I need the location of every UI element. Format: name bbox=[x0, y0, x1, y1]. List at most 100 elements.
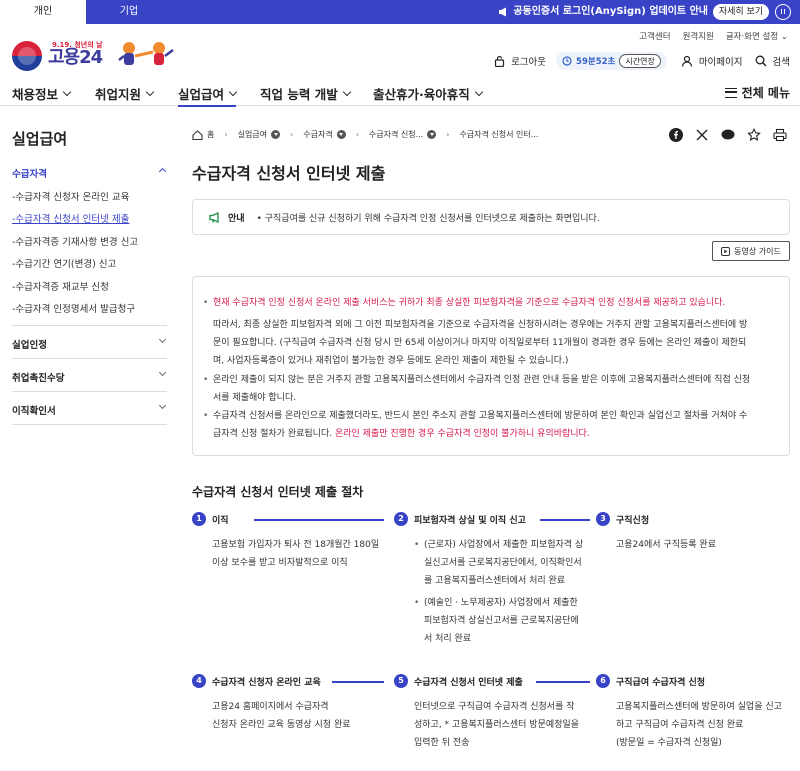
divider bbox=[12, 391, 167, 392]
nav-label: 출산휴가·육아휴직 bbox=[373, 87, 470, 102]
lnb-section-eligibility[interactable]: 수급자격 bbox=[12, 166, 167, 180]
dropdown-icon bbox=[427, 130, 437, 139]
search-button[interactable]: 검색 bbox=[773, 54, 790, 68]
nav-job-skill-development[interactable]: 직업 능력 개발 bbox=[260, 84, 351, 103]
info-paragraph-1-detail: 문이 필요합니다. (구직급여 수급자격 신청 당시 만 65세 이상이거나 마… bbox=[213, 334, 769, 352]
step-text: 피보험자격 상실신고서를 근로복지공단에 bbox=[424, 616, 579, 626]
megaphone-icon bbox=[499, 7, 507, 17]
chevron-down-icon bbox=[62, 87, 72, 97]
logout-button[interactable]: 로그아웃 bbox=[511, 54, 546, 68]
lnb-section-reemployment-allowance[interactable]: 취업촉진수당 bbox=[12, 368, 167, 384]
breadcrumb-unemployment[interactable]: 실업급여 bbox=[238, 129, 281, 140]
info-text: 현재 수급자격 인정 신청서 온라인 제출 서비스는 귀하가 최종 상실한 피보… bbox=[213, 298, 726, 308]
info-text: 며, 사업자등록증이 있거나 재취업이 불가능한 경우 등에도 온라인 제출이 … bbox=[213, 356, 569, 366]
video-guide-button[interactable]: 동영상 가이드 bbox=[712, 241, 790, 261]
info-text: 온라인 제출이 되지 않는 분은 거주지 관할 고용복지플러스센터에서 수급자격… bbox=[213, 375, 751, 385]
breadcrumb-application[interactable]: 수급자격 신청... bbox=[369, 129, 437, 140]
process-step-4: 4 수급자격 신청자 온라인 교육 고용24 홈페이지에서 수급자격 신청자 온라… bbox=[192, 674, 384, 734]
breadcrumb-home[interactable]: 홈 bbox=[207, 129, 214, 140]
hamburger-icon bbox=[724, 87, 737, 98]
notice-detail-button[interactable]: 자세히 보기 bbox=[713, 4, 769, 20]
process-step-5: 5 수급자격 신청서 인터넷 제출 인터넷으로 구직급여 수급자격 신청서를 작 … bbox=[394, 674, 590, 752]
lnb-section-label: 취업촉진수당 bbox=[12, 373, 65, 384]
info-text: 따라서, 최종 상실한 피보험자격 외에 그 이전 피보험자격을 기준으로 수급… bbox=[213, 320, 748, 330]
info-text: 문이 필요합니다. (구직급여 수급자격 신청 당시 만 65세 이상이거나 마… bbox=[213, 338, 747, 348]
lnb-item-online-education[interactable]: -수급자격 신청자 온라인 교육 bbox=[12, 189, 129, 203]
step-text: 인터넷으로 구직급여 수급자격 신청서를 작 bbox=[414, 702, 575, 712]
user-icon bbox=[681, 55, 692, 67]
step-title: 수급자격 신청서 인터넷 제출 bbox=[414, 677, 523, 688]
tab-personal[interactable]: 개인 bbox=[0, 0, 86, 24]
step-title: 수급자격 신청자 온라인 교육 bbox=[212, 677, 321, 688]
mypage-link[interactable]: 마이페이지 bbox=[699, 54, 743, 68]
lnb-section-separation-confirmation[interactable]: 이직확인서 bbox=[12, 401, 167, 417]
nav-maternity-parental-leave[interactable]: 출산휴가·육아휴직 bbox=[373, 84, 483, 103]
lnb-item-internet-submission[interactable]: -수급자격 신청서 인터넷 제출 bbox=[12, 211, 129, 225]
bullet: • bbox=[203, 298, 209, 308]
chevron-up-icon bbox=[158, 167, 167, 176]
step-text: (근로자) 사업장에서 제출한 피보험자격 상 bbox=[424, 540, 584, 550]
lnb-item-certificate-request[interactable]: -수급자격 인정명세서 발급청구 bbox=[12, 301, 135, 315]
lnb-title: 실업급여 bbox=[12, 130, 68, 148]
process-title: 수급자격 신청서 인터넷 제출 절차 bbox=[192, 485, 364, 499]
step-list-item: (예술인 · 노무제공자) 사업장에서 제출한 피보험자격 상실신고서를 근로복… bbox=[414, 594, 584, 648]
utility-links: 고객센터 원격지원 글자·화면 설정 ⌄ bbox=[639, 30, 788, 42]
share-tools bbox=[668, 127, 788, 143]
step-text: 신청자 온라인 교육 동영상 시청 완료 bbox=[212, 720, 351, 730]
notice-banner[interactable]: 공동인증서 로그인(AnySign) 업데이트 안내 bbox=[498, 0, 708, 24]
megaphone-icon bbox=[209, 211, 219, 223]
nav-label: 실업급여 bbox=[178, 87, 225, 102]
step-text: 고용보험 가입자가 퇴사 전 18개월간 180일 bbox=[212, 540, 380, 550]
chevron-down-icon bbox=[158, 401, 167, 410]
nav-job-info[interactable]: 채용정보 bbox=[12, 84, 72, 103]
all-menu-label: 전체 메뉴 bbox=[741, 86, 790, 100]
lnb-section-label: 수급자격 bbox=[12, 169, 47, 180]
step-connector bbox=[540, 519, 590, 521]
lock-icon bbox=[494, 55, 505, 67]
facebook-icon[interactable] bbox=[668, 127, 684, 143]
play-icon bbox=[721, 246, 731, 256]
breadcrumb-eligibility[interactable]: 수급자격 bbox=[303, 129, 346, 140]
talk-icon[interactable] bbox=[720, 127, 736, 143]
breadcrumb-current: 수급자격 신청서 인터... bbox=[459, 130, 539, 139]
process-step-2: 2 피보험자격 상실 및 이직 신고 (근로자) 사업장에서 제출한 피보험자격 … bbox=[394, 512, 590, 652]
step-text: 서 처리 완료 bbox=[424, 634, 472, 644]
step-connector bbox=[332, 681, 384, 683]
lnb-item-change-report[interactable]: -수급자격증 기재사항 변경 신고 bbox=[12, 234, 138, 248]
info-paragraph-1-detail: 며, 사업자등록증이 있거나 재취업이 불가능한 경우 등에도 온라인 제출이 … bbox=[213, 352, 769, 370]
display-settings-link[interactable]: 글자·화면 설정 ⌄ bbox=[726, 30, 788, 42]
nav-label: 채용정보 bbox=[12, 87, 59, 102]
nav-employment-support[interactable]: 취업지원 bbox=[95, 84, 155, 103]
process-step-6: 6 구직급여 수급자격 신청 고용복지플러스센터에 방문하여 실업을 신고 하고 … bbox=[596, 674, 786, 752]
bullet: • bbox=[203, 411, 209, 421]
nav-label: 직업 능력 개발 bbox=[260, 87, 338, 102]
bullet: • bbox=[203, 375, 209, 385]
extend-session-button[interactable]: 시간연장 bbox=[619, 54, 661, 68]
remote-support-link[interactable]: 원격지원 bbox=[683, 30, 714, 42]
lnb-section-label: 실업인정 bbox=[12, 340, 47, 351]
info-text: 급자격 신청 절차가 완료됩니다. bbox=[213, 429, 335, 439]
star-icon[interactable] bbox=[746, 127, 762, 143]
x-twitter-icon[interactable] bbox=[694, 127, 710, 143]
lnb-section-unemployment-recognition[interactable]: 실업인정 bbox=[12, 335, 167, 351]
step-text: 고용24에서 구직등록 완료 bbox=[616, 540, 716, 550]
divider bbox=[12, 358, 167, 359]
lnb-item-period-extension[interactable]: -수급기간 연기(변경) 신고 bbox=[12, 256, 116, 270]
lnb-section-label: 이직확인서 bbox=[12, 406, 56, 417]
step-text: 하고 구직급여 수급자격 신청 완료 bbox=[616, 720, 744, 730]
step-text: (예술인 · 노무제공자) 사업장에서 제출한 bbox=[424, 598, 578, 608]
nav-unemployment-benefit[interactable]: 실업급여 bbox=[178, 84, 238, 107]
customer-center-link[interactable]: 고객센터 bbox=[639, 30, 670, 42]
lnb-item-reissue[interactable]: -수급자격증 재교부 신청 bbox=[12, 279, 109, 293]
mascot-illustration-icon bbox=[118, 42, 174, 65]
notice-info-box: • 현재 수급자격 인정 신청서 온라인 제출 서비스는 귀하가 최종 상실한 피… bbox=[192, 276, 790, 456]
tab-company[interactable]: 기업 bbox=[86, 0, 172, 24]
guide-tag-label: 안내 bbox=[228, 213, 245, 224]
pause-icon[interactable] bbox=[775, 4, 791, 20]
breadcrumb-separator: › bbox=[290, 130, 294, 139]
nav-label: 취업지원 bbox=[95, 87, 142, 102]
info-paragraph-1: • 현재 수급자격 인정 신청서 온라인 제출 서비스는 귀하가 최종 상실한 피… bbox=[203, 294, 769, 312]
logo-mark-icon bbox=[12, 41, 42, 71]
all-menu-button[interactable]: 전체 메뉴 bbox=[724, 84, 790, 101]
print-icon[interactable] bbox=[772, 127, 788, 143]
